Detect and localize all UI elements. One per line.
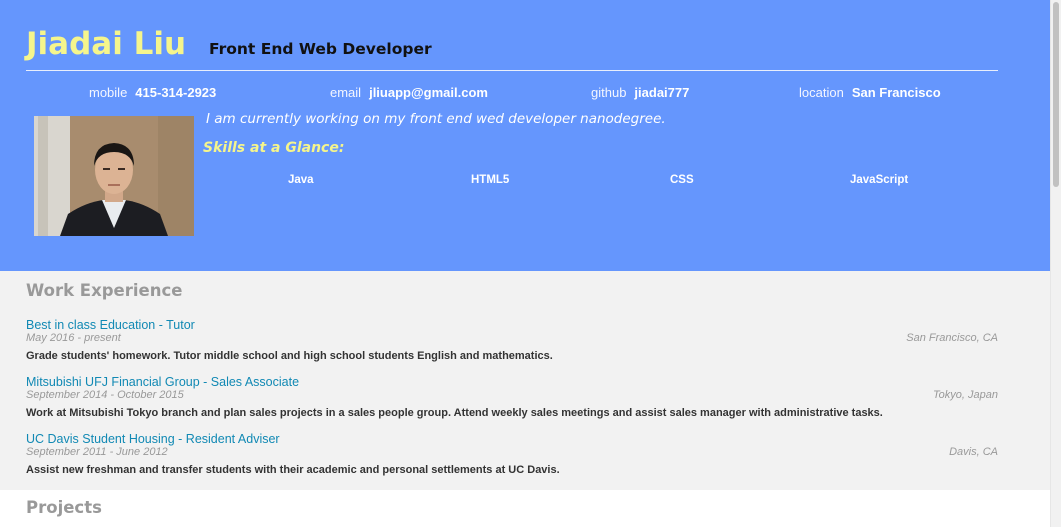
skills-heading: Skills at a Glance: <box>203 140 345 156</box>
skill-item: HTML5 <box>471 174 510 186</box>
page-scrollbar[interactable] <box>1050 0 1061 527</box>
skill-item: Java <box>288 174 314 186</box>
projects-heading: Projects <box>26 498 102 517</box>
job-location: Davis, CA <box>949 446 998 458</box>
header-divider <box>26 70 998 71</box>
contact-label: mobile <box>89 85 128 100</box>
job-description: Grade students' homework. Tutor middle s… <box>26 350 553 362</box>
name-heading: Jiadai Liu <box>26 26 187 62</box>
skill-item: CSS <box>670 174 694 186</box>
job-entry: Best in class Education - Tutor May 2016… <box>26 318 998 374</box>
job-entry: Mitsubishi UFJ Financial Group - Sales A… <box>26 375 998 431</box>
job-title-link[interactable]: Best in class Education - Tutor <box>26 318 195 333</box>
role-title: Front End Web Developer <box>209 40 432 58</box>
job-title-link[interactable]: Mitsubishi UFJ Financial Group - Sales A… <box>26 375 299 390</box>
contact-value[interactable]: jiadai777 <box>634 85 689 100</box>
header: Jiadai Liu Front End Web Developer mobil… <box>0 0 1051 271</box>
contact-github[interactable]: github jiadai777 <box>591 85 689 101</box>
work-experience-heading: Work Experience <box>26 281 183 300</box>
job-dates: May 2016 - present <box>26 332 121 344</box>
contact-value[interactable]: jliuapp@gmail.com <box>369 85 488 100</box>
job-dates: September 2014 - October 2015 <box>26 389 184 401</box>
scrollbar-thumb[interactable] <box>1053 2 1059 187</box>
contact-label: github <box>591 85 627 100</box>
contact-email[interactable]: email jliuapp@gmail.com <box>330 85 488 101</box>
contact-value: 415-314-2923 <box>135 85 217 100</box>
job-entry: UC Davis Student Housing - Resident Advi… <box>26 432 998 488</box>
contact-location: location San Francisco <box>799 85 941 101</box>
contact-mobile: mobile 415-314-2923 <box>89 85 216 101</box>
work-experience-section: Work Experience Best in class Education … <box>0 271 1051 490</box>
contact-value: San Francisco <box>851 85 941 100</box>
welcome-message: I am currently working on my front end w… <box>206 111 666 127</box>
job-title-link[interactable]: UC Davis Student Housing - Resident Advi… <box>26 432 280 447</box>
job-description: Assist new freshman and transfer student… <box>26 464 560 476</box>
contact-label: email <box>330 85 362 100</box>
job-dates: September 2011 - June 2012 <box>26 446 168 458</box>
skill-item: JavaScript <box>850 174 909 186</box>
job-location: San Francisco, CA <box>906 332 998 344</box>
job-description: Work at Mitsubishi Tokyo branch and plan… <box>26 407 883 419</box>
contact-label: location <box>799 85 844 100</box>
job-location: Tokyo, Japan <box>932 389 998 401</box>
profile-photo <box>34 116 194 236</box>
